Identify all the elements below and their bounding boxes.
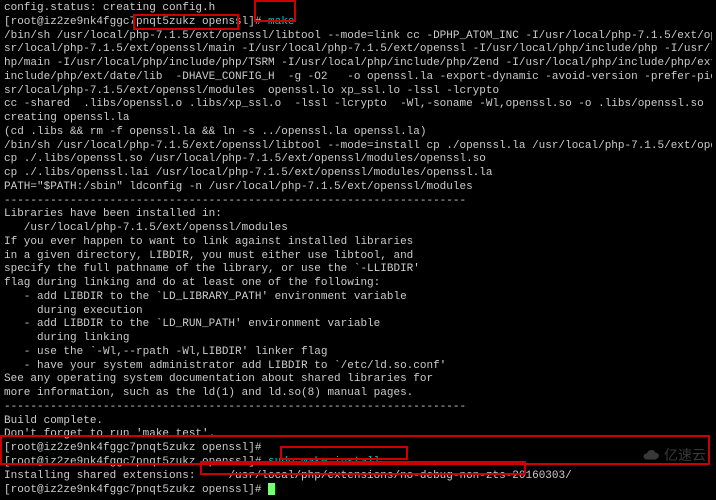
- output-line: cc -shared .libs/openssl.o .libs/xp_ssl.…: [4, 98, 712, 112]
- cloud-icon: [642, 446, 660, 471]
- output-line: - add LIBDIR to the `LD_LIBRARY_PATH' en…: [4, 291, 712, 305]
- output-line: include/php/ext/date/lib -DHAVE_CONFIG_H…: [4, 71, 712, 85]
- output-line: cp ./.libs/openssl.so /usr/local/php-7.1…: [4, 153, 712, 167]
- prompt-line: [root@iz2ze9nk4fggc7pnqt5zukz openssl]#: [4, 442, 712, 456]
- output-line: - use the `-Wl,--rpath -Wl,LIBDIR' linke…: [4, 346, 712, 360]
- command-text: make: [268, 16, 294, 28]
- output-label: Installing shared extensions:: [4, 470, 228, 482]
- output-line: during execution: [4, 305, 712, 319]
- output-line: config.status: creating config.h: [4, 2, 712, 16]
- output-line: /bin/sh /usr/local/php-7.1.5/ext/openssl…: [4, 30, 712, 44]
- output-line: /usr/local/php-7.1.5/ext/openssl/modules: [4, 222, 712, 236]
- shell-prompt: [root@iz2ze9nk4fggc7pnqt5zukz openssl]#: [4, 456, 268, 468]
- output-line: ----------------------------------------…: [4, 195, 712, 209]
- output-line: sr/local/php-7.1.5/ext/openssl/modules o…: [4, 85, 712, 99]
- output-line: - add LIBDIR to the `LD_RUN_PATH' enviro…: [4, 318, 712, 332]
- output-line: PATH="$PATH:/sbin" ldconfig -n /usr/loca…: [4, 181, 712, 195]
- output-line: cp ./.libs/openssl.lai /usr/local/php-7.…: [4, 167, 712, 181]
- output-line: Installing shared extensions: /usr/local…: [4, 470, 712, 484]
- output-line: Libraries have been installed in:: [4, 208, 712, 222]
- output-line: more information, such as the ld(1) and …: [4, 387, 712, 401]
- shell-prompt: [root@iz2ze9nk4fggc7pnqt5zukz openssl]#: [4, 484, 268, 496]
- watermark: 亿速云: [642, 446, 706, 471]
- output-line: creating openssl.la: [4, 112, 712, 126]
- output-line: ----------------------------------------…: [4, 401, 712, 415]
- terminal-output: config.status: creating config.h [root@i…: [4, 2, 712, 498]
- output-line: flag during linking and do at least one …: [4, 277, 712, 291]
- output-line: If you ever happen to want to link again…: [4, 236, 712, 250]
- cursor: [268, 483, 275, 495]
- command-text: sudo make install: [268, 456, 380, 468]
- output-path: /usr/local/php/extensions/no-debug-non-z…: [228, 470, 571, 482]
- output-line: sr/local/php-7.1.5/ext/openssl/main -I/u…: [4, 43, 712, 57]
- shell-prompt: [root@iz2ze9nk4fggc7pnqt5zukz openssl]#: [4, 16, 268, 28]
- output-line: - have your system administrator add LIB…: [4, 360, 712, 374]
- prompt-line: [root@iz2ze9nk4fggc7pnqt5zukz openssl]# …: [4, 456, 712, 470]
- prompt-line: [root@iz2ze9nk4fggc7pnqt5zukz openssl]# …: [4, 16, 712, 30]
- output-line: /bin/sh /usr/local/php-7.1.5/ext/openssl…: [4, 140, 712, 154]
- output-line: (cd .libs && rm -f openssl.la && ln -s .…: [4, 126, 712, 140]
- output-line: specify the full pathname of the library…: [4, 263, 712, 277]
- output-line: hp/main -I/usr/local/php/include/php/TSR…: [4, 57, 712, 71]
- prompt-line[interactable]: [root@iz2ze9nk4fggc7pnqt5zukz openssl]#: [4, 483, 712, 498]
- output-line: Don't forget to run 'make test'.: [4, 428, 712, 442]
- output-line: during linking: [4, 332, 712, 346]
- output-line: Build complete.: [4, 415, 712, 429]
- output-line: See any operating system documentation a…: [4, 373, 712, 387]
- watermark-text: 亿速云: [664, 449, 706, 467]
- output-line: in a given directory, LIBDIR, you must e…: [4, 250, 712, 264]
